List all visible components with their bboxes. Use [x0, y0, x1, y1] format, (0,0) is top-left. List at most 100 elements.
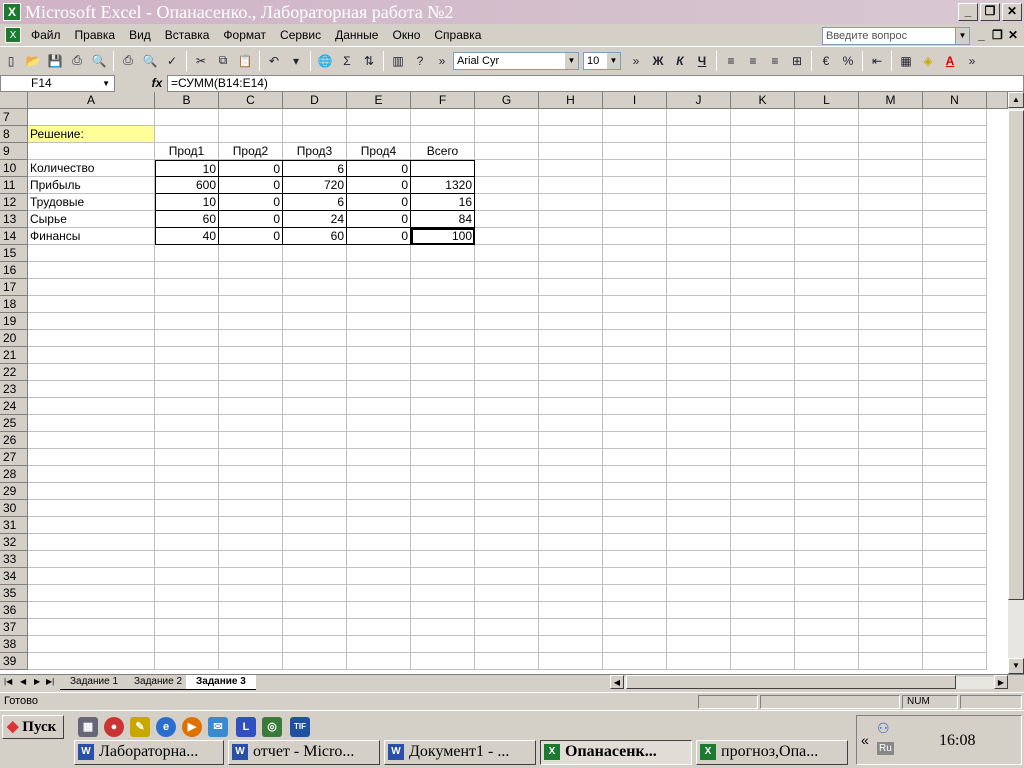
cell-A31[interactable]	[28, 517, 155, 534]
cell-N18[interactable]	[923, 296, 987, 313]
redo-icon[interactable]: ▾	[285, 50, 307, 72]
cell-C25[interactable]	[219, 415, 283, 432]
cell-H23[interactable]	[539, 381, 603, 398]
cell-M26[interactable]	[859, 432, 923, 449]
cell-A26[interactable]	[28, 432, 155, 449]
align-left-icon[interactable]: ≡	[720, 50, 742, 72]
cell-E26[interactable]	[347, 432, 411, 449]
cell-J26[interactable]	[667, 432, 731, 449]
font-select[interactable]: Arial Cyr ▼	[453, 51, 579, 70]
workbook-icon[interactable]: X	[5, 27, 21, 43]
task-word-report[interactable]: Wотчет - Micro...	[228, 740, 380, 765]
align-center-icon[interactable]: ≡	[742, 50, 764, 72]
cell-F35[interactable]	[411, 585, 475, 602]
cell-M16[interactable]	[859, 262, 923, 279]
tab-sheet-3[interactable]: Задание 3	[186, 675, 256, 690]
cell-C21[interactable]	[219, 347, 283, 364]
borders-icon[interactable]: ▦	[895, 50, 917, 72]
cell-C13[interactable]: 0	[219, 211, 283, 228]
cell-D20[interactable]	[283, 330, 347, 347]
cell-E21[interactable]	[347, 347, 411, 364]
cell-N10[interactable]	[923, 160, 987, 177]
cell-D11[interactable]: 720	[283, 177, 347, 194]
cell-J18[interactable]	[667, 296, 731, 313]
cell-B22[interactable]	[155, 364, 219, 381]
task-word-document[interactable]: W Документ1 - ...	[384, 740, 536, 765]
cell-B12[interactable]: 10	[155, 194, 219, 211]
close-button[interactable]: ✕	[1002, 3, 1022, 21]
cell-H27[interactable]	[539, 449, 603, 466]
row-header[interactable]: 13	[0, 211, 28, 228]
cell-B27[interactable]	[155, 449, 219, 466]
tab-sheet-1[interactable]: Задание 1	[60, 675, 129, 690]
cell-H33[interactable]	[539, 551, 603, 568]
chart-wizard-icon[interactable]: ▥	[387, 50, 409, 72]
cell-I12[interactable]	[603, 194, 667, 211]
cell-I15[interactable]	[603, 245, 667, 262]
cell-B10[interactable]: 10	[155, 160, 219, 177]
cell-E31[interactable]	[347, 517, 411, 534]
cell-J24[interactable]	[667, 398, 731, 415]
cell-F34[interactable]	[411, 568, 475, 585]
cell-C18[interactable]	[219, 296, 283, 313]
cell-H25[interactable]	[539, 415, 603, 432]
cell-G24[interactable]	[475, 398, 539, 415]
cell-D29[interactable]	[283, 483, 347, 500]
cell-J8[interactable]	[667, 126, 731, 143]
cell-L30[interactable]	[795, 500, 859, 517]
cell-L25[interactable]	[795, 415, 859, 432]
cell-H30[interactable]	[539, 500, 603, 517]
spelling-icon[interactable]: ✓	[161, 50, 183, 72]
column-header[interactable]: D	[283, 92, 347, 109]
excel-icon[interactable]: X	[3, 3, 21, 21]
cell-G38[interactable]	[475, 636, 539, 653]
cell-F12[interactable]: 16	[411, 194, 475, 211]
cell-A39[interactable]	[28, 653, 155, 670]
cell-N33[interactable]	[923, 551, 987, 568]
column-header[interactable]: A	[28, 92, 155, 109]
cell-D7[interactable]	[283, 109, 347, 126]
cell-I36[interactable]	[603, 602, 667, 619]
cell-M19[interactable]	[859, 313, 923, 330]
scroll-down-icon[interactable]: ▼	[1008, 658, 1024, 674]
cell-A36[interactable]	[28, 602, 155, 619]
cell-G36[interactable]	[475, 602, 539, 619]
cell-K27[interactable]	[731, 449, 795, 466]
cell-H9[interactable]	[539, 143, 603, 160]
cell-J31[interactable]	[667, 517, 731, 534]
row-header[interactable]: 7	[0, 109, 28, 126]
row-header[interactable]: 22	[0, 364, 28, 381]
cell-C24[interactable]	[219, 398, 283, 415]
cell-H11[interactable]	[539, 177, 603, 194]
cell-B29[interactable]	[155, 483, 219, 500]
cell-J27[interactable]	[667, 449, 731, 466]
cell-A32[interactable]	[28, 534, 155, 551]
cell-I8[interactable]	[603, 126, 667, 143]
cell-N29[interactable]	[923, 483, 987, 500]
row-header[interactable]: 36	[0, 602, 28, 619]
cell-I16[interactable]	[603, 262, 667, 279]
cell-M22[interactable]	[859, 364, 923, 381]
cell-A8[interactable]: Решение:	[28, 126, 155, 143]
cell-E32[interactable]	[347, 534, 411, 551]
cell-A25[interactable]	[28, 415, 155, 432]
cell-F39[interactable]	[411, 653, 475, 670]
cell-D9[interactable]: Прод3	[283, 143, 347, 160]
cell-J39[interactable]	[667, 653, 731, 670]
cell-I31[interactable]	[603, 517, 667, 534]
row-header[interactable]: 30	[0, 500, 28, 517]
font-size-select[interactable]: 10 ▼	[583, 51, 621, 70]
cell-K19[interactable]	[731, 313, 795, 330]
cell-L36[interactable]	[795, 602, 859, 619]
cell-L22[interactable]	[795, 364, 859, 381]
row-header[interactable]: 26	[0, 432, 28, 449]
cell-A33[interactable]	[28, 551, 155, 568]
cell-M8[interactable]	[859, 126, 923, 143]
cell-C11[interactable]: 0	[219, 177, 283, 194]
cell-F7[interactable]	[411, 109, 475, 126]
row-header[interactable]: 34	[0, 568, 28, 585]
cell-F17[interactable]	[411, 279, 475, 296]
cell-M33[interactable]	[859, 551, 923, 568]
menu-insert[interactable]: Вставка	[158, 28, 217, 42]
font-color-icon[interactable]: A	[939, 50, 961, 72]
